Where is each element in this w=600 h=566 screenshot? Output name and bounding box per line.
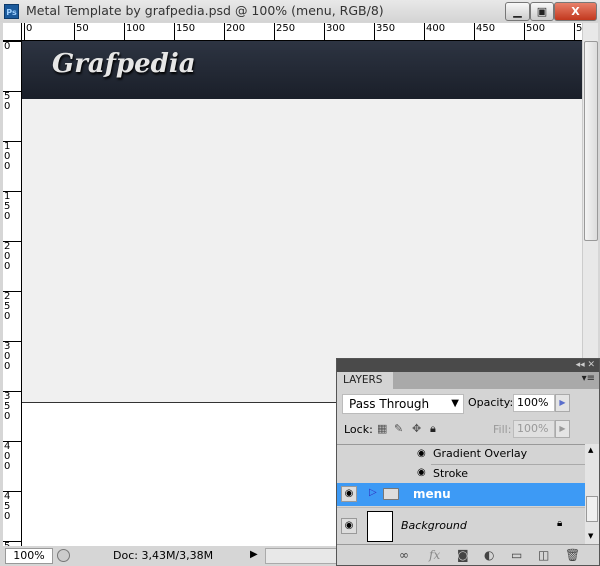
- ruler-tick-label: 3 5 0: [3, 391, 21, 422]
- add-mask-icon[interactable]: ◙: [457, 548, 469, 562]
- ruler-tick-label: 50: [74, 23, 89, 40]
- lock-all-icon[interactable]: 🔒︎: [430, 422, 436, 436]
- panel-toolbar: ∞ fx ◙ ◐ ▭ ◫ 🗑︎: [337, 544, 599, 565]
- lock-transparency-icon[interactable]: ▦: [377, 422, 387, 435]
- effect-row-gradient-overlay[interactable]: ◉ Gradient Overlay: [337, 445, 585, 464]
- opacity-slider-button[interactable]: ▶: [555, 394, 570, 412]
- ruler-tick-label: 350: [374, 23, 395, 40]
- grafpedia-logo: Grafpedia: [52, 49, 196, 79]
- expand-triangle-icon[interactable]: ▷: [369, 487, 377, 498]
- photoshop-icon: Ps: [4, 4, 19, 19]
- adjustment-layer-icon[interactable]: ◐: [484, 548, 494, 562]
- fill-slider-button[interactable]: ▶: [555, 420, 570, 438]
- ruler-tick-label: 5 0: [3, 91, 21, 112]
- ruler-tick-label: 0: [3, 41, 21, 52]
- fill-input[interactable]: 100%: [513, 420, 555, 438]
- panel-tab-row: LAYERS ▾≡: [337, 372, 599, 389]
- lock-position-move-icon[interactable]: ✥: [412, 422, 421, 435]
- eye-icon[interactable]: ◉: [341, 518, 357, 534]
- trash-icon[interactable]: 🗑︎: [565, 548, 580, 562]
- ruler-origin[interactable]: [3, 23, 22, 41]
- ruler-tick-label: 450: [474, 23, 495, 40]
- lock-image-brush-icon[interactable]: ✎: [394, 422, 403, 435]
- layer-row-background[interactable]: ◉ Background 🔒︎: [337, 507, 585, 545]
- ruler-tick-label: 1 5 0: [3, 191, 21, 222]
- zoom-field[interactable]: 100%: [5, 548, 53, 564]
- scroll-down-icon[interactable]: ▼: [588, 532, 593, 540]
- eye-icon[interactable]: ◉: [341, 486, 357, 502]
- status-menu-arrow[interactable]: ▶: [250, 549, 258, 560]
- layer-name: menu: [413, 487, 451, 501]
- new-group-folder-icon[interactable]: ▭: [511, 548, 522, 562]
- layers-scrollbar[interactable]: ▲ ▼: [585, 444, 599, 544]
- maximize-button[interactable]: ▣: [530, 2, 554, 21]
- horizontal-scrollbar[interactable]: [265, 548, 345, 564]
- layers-panel: ◂◂ ✕ LAYERS ▾≡ Pass Through ▼ Opacity: 1…: [336, 358, 600, 566]
- ruler-tick-label: 250: [274, 23, 295, 40]
- opacity-label: Opacity:: [468, 396, 514, 409]
- eye-icon[interactable]: ◉: [417, 448, 426, 459]
- effect-name: Stroke: [433, 467, 469, 480]
- link-layers-icon[interactable]: ∞: [399, 548, 409, 562]
- ruler-tick-label: 300: [324, 23, 345, 40]
- window-title: Metal Template by grafpedia.psd @ 100% (…: [26, 3, 384, 18]
- layer-thumbnail: [367, 511, 393, 542]
- ruler-tick-label: 400: [424, 23, 445, 40]
- folder-icon: [383, 488, 399, 500]
- ruler-tick-label: 4 5 0: [3, 491, 21, 522]
- ruler-tick-label: 200: [224, 23, 245, 40]
- ruler-tick-label: 3 0 0: [3, 341, 21, 372]
- ruler-tick-label: 2 5 0: [3, 291, 21, 322]
- blend-mode-value: Pass Through: [349, 397, 430, 411]
- layers-list: ◉ Gradient Overlay ◉ Stroke ◉ ▷ menu ◉ B…: [337, 444, 585, 545]
- tab-layers[interactable]: LAYERS: [337, 372, 393, 389]
- ruler-tick-label: 2 0 0: [3, 241, 21, 272]
- new-layer-icon[interactable]: ◫: [538, 548, 549, 562]
- menu-header-band: Grafpedia: [22, 41, 582, 99]
- title-bar: Ps Metal Template by grafpedia.psd @ 100…: [0, 0, 600, 22]
- ruler-tick-label: 5: [574, 23, 582, 40]
- ruler-tick-label: 150: [174, 23, 195, 40]
- status-icon[interactable]: [57, 549, 70, 562]
- ruler-tick-label: 100: [124, 23, 145, 40]
- fill-label: Fill:: [493, 423, 512, 436]
- ruler-tick-label: 500: [524, 23, 545, 40]
- horizontal-ruler[interactable]: 0 50 100 150 200 250 300 350 400 450 500 5: [22, 23, 582, 41]
- lock-label: Lock:: [344, 423, 373, 436]
- close-button[interactable]: X: [554, 2, 597, 21]
- blend-mode-select[interactable]: Pass Through ▼: [342, 394, 464, 414]
- scroll-up-icon[interactable]: ▲: [588, 446, 593, 454]
- ruler-tick-label: 1 0 0: [3, 141, 21, 172]
- layer-row-menu[interactable]: ◉ ▷ menu: [337, 483, 585, 506]
- doc-size: Doc: 3,43M/3,38M: [113, 549, 214, 562]
- fx-icon[interactable]: fx: [429, 548, 440, 562]
- scroll-thumb[interactable]: [586, 496, 598, 522]
- lock-icon: 🔒︎: [557, 518, 563, 529]
- minimize-button[interactable]: ▁: [505, 2, 530, 21]
- chevron-down-icon: ▼: [451, 398, 459, 409]
- ruler-tick-label: 4 0 0: [3, 441, 21, 472]
- opacity-input[interactable]: 100%: [513, 394, 555, 412]
- scroll-thumb[interactable]: [584, 41, 598, 241]
- vertical-ruler[interactable]: 0 5 0 1 0 0 1 5 0 2 0 0 2 5 0 3 0 0 3 5 0 4 0 0 4…: [3, 41, 22, 546]
- panel-collapse-bar[interactable]: ◂◂ ✕: [337, 359, 599, 372]
- layer-name: Background: [401, 519, 467, 532]
- panel-menu-icon[interactable]: ▾≡: [582, 373, 595, 384]
- ruler-tick-label: 0: [24, 23, 32, 40]
- effect-row-stroke[interactable]: ◉ Stroke: [417, 464, 585, 483]
- eye-icon[interactable]: ◉: [417, 467, 426, 478]
- effect-name: Gradient Overlay: [433, 447, 528, 460]
